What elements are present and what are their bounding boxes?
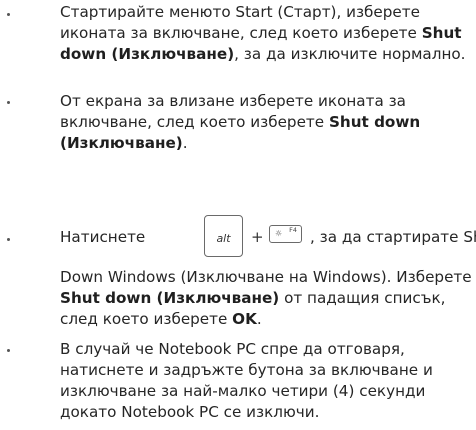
bullet-marker	[7, 13, 10, 16]
bullet-text-login-screen: От екрана за влизане изберете иконата за…	[60, 92, 421, 152]
f4-key-icon: ☼ F4	[269, 225, 302, 243]
keystroke-instruction: Натиснете	[60, 228, 146, 246]
plus-sign: +	[251, 228, 264, 246]
shutdown-label: Shut down (Изключване)	[60, 289, 280, 307]
alt-key-icon: alt	[204, 215, 243, 257]
bullet-text-alt-f4: Down Windows (Изключване на Windows). Из…	[60, 268, 472, 328]
bullet-marker	[7, 238, 10, 241]
ok-label: OK	[232, 310, 257, 328]
bullet-text-start-menu: Стартирайте менюто Start (Старт), избере…	[60, 3, 466, 63]
bullet-marker	[7, 349, 10, 352]
bullet-marker	[7, 101, 10, 104]
brightness-icon: ☼	[275, 229, 283, 238]
keystroke-instruction-tail: , за да стартирате Shut	[310, 228, 476, 246]
bullet-text-force-shutdown: В случай че Notebook PC спре да отговаря…	[60, 340, 433, 421]
